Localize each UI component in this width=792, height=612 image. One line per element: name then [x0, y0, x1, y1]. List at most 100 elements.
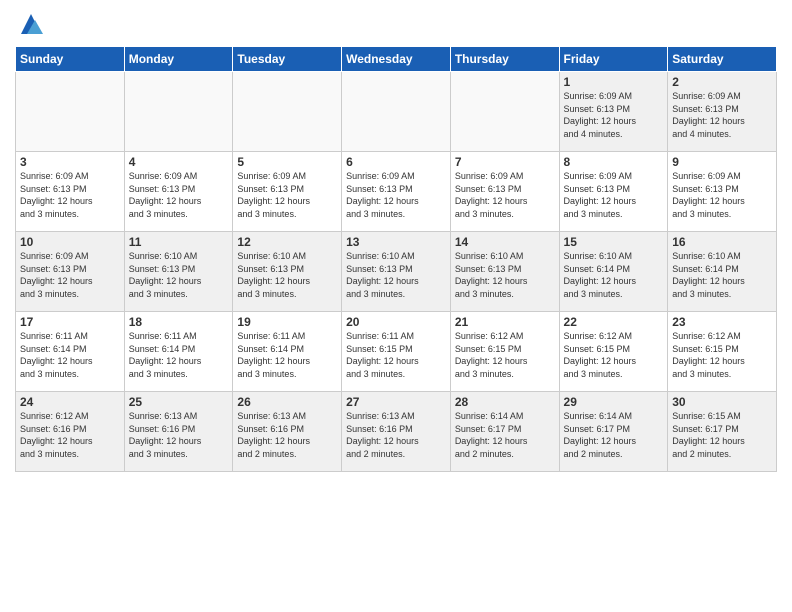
- calendar-cell: [124, 72, 233, 152]
- calendar-cell: 12Sunrise: 6:10 AM Sunset: 6:13 PM Dayli…: [233, 232, 342, 312]
- weekday-header: Tuesday: [233, 47, 342, 72]
- calendar-table: SundayMondayTuesdayWednesdayThursdayFrid…: [15, 46, 777, 472]
- calendar-cell: 29Sunrise: 6:14 AM Sunset: 6:17 PM Dayli…: [559, 392, 668, 472]
- day-number: 26: [237, 395, 337, 409]
- day-number: 12: [237, 235, 337, 249]
- calendar-cell: 3Sunrise: 6:09 AM Sunset: 6:13 PM Daylig…: [16, 152, 125, 232]
- calendar-cell: 30Sunrise: 6:15 AM Sunset: 6:17 PM Dayli…: [668, 392, 777, 472]
- calendar-cell: [450, 72, 559, 152]
- calendar-cell: 17Sunrise: 6:11 AM Sunset: 6:14 PM Dayli…: [16, 312, 125, 392]
- day-info: Sunrise: 6:09 AM Sunset: 6:13 PM Dayligh…: [564, 90, 664, 140]
- calendar-cell: 8Sunrise: 6:09 AM Sunset: 6:13 PM Daylig…: [559, 152, 668, 232]
- day-info: Sunrise: 6:12 AM Sunset: 6:15 PM Dayligh…: [564, 330, 664, 380]
- day-info: Sunrise: 6:15 AM Sunset: 6:17 PM Dayligh…: [672, 410, 772, 460]
- day-info: Sunrise: 6:13 AM Sunset: 6:16 PM Dayligh…: [237, 410, 337, 460]
- day-info: Sunrise: 6:09 AM Sunset: 6:13 PM Dayligh…: [20, 170, 120, 220]
- day-info: Sunrise: 6:12 AM Sunset: 6:15 PM Dayligh…: [455, 330, 555, 380]
- day-info: Sunrise: 6:13 AM Sunset: 6:16 PM Dayligh…: [346, 410, 446, 460]
- calendar-cell: 7Sunrise: 6:09 AM Sunset: 6:13 PM Daylig…: [450, 152, 559, 232]
- calendar-cell: 1Sunrise: 6:09 AM Sunset: 6:13 PM Daylig…: [559, 72, 668, 152]
- day-number: 13: [346, 235, 446, 249]
- weekday-header: Sunday: [16, 47, 125, 72]
- day-info: Sunrise: 6:10 AM Sunset: 6:13 PM Dayligh…: [346, 250, 446, 300]
- day-info: Sunrise: 6:09 AM Sunset: 6:13 PM Dayligh…: [672, 90, 772, 140]
- calendar-cell: 14Sunrise: 6:10 AM Sunset: 6:13 PM Dayli…: [450, 232, 559, 312]
- calendar-cell: 6Sunrise: 6:09 AM Sunset: 6:13 PM Daylig…: [342, 152, 451, 232]
- day-number: 24: [20, 395, 120, 409]
- day-number: 17: [20, 315, 120, 329]
- calendar-cell: 10Sunrise: 6:09 AM Sunset: 6:13 PM Dayli…: [16, 232, 125, 312]
- day-info: Sunrise: 6:11 AM Sunset: 6:15 PM Dayligh…: [346, 330, 446, 380]
- calendar-cell: 11Sunrise: 6:10 AM Sunset: 6:13 PM Dayli…: [124, 232, 233, 312]
- day-info: Sunrise: 6:11 AM Sunset: 6:14 PM Dayligh…: [129, 330, 229, 380]
- day-number: 28: [455, 395, 555, 409]
- day-info: Sunrise: 6:09 AM Sunset: 6:13 PM Dayligh…: [20, 250, 120, 300]
- calendar-cell: 22Sunrise: 6:12 AM Sunset: 6:15 PM Dayli…: [559, 312, 668, 392]
- day-info: Sunrise: 6:12 AM Sunset: 6:16 PM Dayligh…: [20, 410, 120, 460]
- weekday-header: Saturday: [668, 47, 777, 72]
- calendar-week-row: 10Sunrise: 6:09 AM Sunset: 6:13 PM Dayli…: [16, 232, 777, 312]
- calendar-page: SundayMondayTuesdayWednesdayThursdayFrid…: [0, 0, 792, 612]
- day-number: 22: [564, 315, 664, 329]
- day-number: 18: [129, 315, 229, 329]
- calendar-week-row: 24Sunrise: 6:12 AM Sunset: 6:16 PM Dayli…: [16, 392, 777, 472]
- day-number: 25: [129, 395, 229, 409]
- day-info: Sunrise: 6:12 AM Sunset: 6:15 PM Dayligh…: [672, 330, 772, 380]
- day-number: 14: [455, 235, 555, 249]
- day-number: 11: [129, 235, 229, 249]
- day-number: 3: [20, 155, 120, 169]
- day-info: Sunrise: 6:09 AM Sunset: 6:13 PM Dayligh…: [564, 170, 664, 220]
- weekday-header: Monday: [124, 47, 233, 72]
- day-number: 4: [129, 155, 229, 169]
- calendar-week-row: 1Sunrise: 6:09 AM Sunset: 6:13 PM Daylig…: [16, 72, 777, 152]
- day-info: Sunrise: 6:10 AM Sunset: 6:13 PM Dayligh…: [237, 250, 337, 300]
- calendar-cell: 23Sunrise: 6:12 AM Sunset: 6:15 PM Dayli…: [668, 312, 777, 392]
- day-number: 20: [346, 315, 446, 329]
- day-number: 6: [346, 155, 446, 169]
- day-number: 23: [672, 315, 772, 329]
- calendar-cell: 19Sunrise: 6:11 AM Sunset: 6:14 PM Dayli…: [233, 312, 342, 392]
- calendar-cell: 18Sunrise: 6:11 AM Sunset: 6:14 PM Dayli…: [124, 312, 233, 392]
- calendar-cell: [16, 72, 125, 152]
- calendar-cell: 20Sunrise: 6:11 AM Sunset: 6:15 PM Dayli…: [342, 312, 451, 392]
- day-number: 29: [564, 395, 664, 409]
- calendar-cell: 27Sunrise: 6:13 AM Sunset: 6:16 PM Dayli…: [342, 392, 451, 472]
- calendar-cell: [342, 72, 451, 152]
- day-info: Sunrise: 6:11 AM Sunset: 6:14 PM Dayligh…: [237, 330, 337, 380]
- day-info: Sunrise: 6:11 AM Sunset: 6:14 PM Dayligh…: [20, 330, 120, 380]
- logo-icon: [17, 10, 45, 38]
- day-number: 30: [672, 395, 772, 409]
- weekday-header-row: SundayMondayTuesdayWednesdayThursdayFrid…: [16, 47, 777, 72]
- day-number: 7: [455, 155, 555, 169]
- day-info: Sunrise: 6:10 AM Sunset: 6:13 PM Dayligh…: [455, 250, 555, 300]
- day-info: Sunrise: 6:14 AM Sunset: 6:17 PM Dayligh…: [564, 410, 664, 460]
- calendar-cell: 28Sunrise: 6:14 AM Sunset: 6:17 PM Dayli…: [450, 392, 559, 472]
- calendar-cell: [233, 72, 342, 152]
- calendar-cell: 9Sunrise: 6:09 AM Sunset: 6:13 PM Daylig…: [668, 152, 777, 232]
- calendar-week-row: 17Sunrise: 6:11 AM Sunset: 6:14 PM Dayli…: [16, 312, 777, 392]
- calendar-cell: 15Sunrise: 6:10 AM Sunset: 6:14 PM Dayli…: [559, 232, 668, 312]
- day-number: 5: [237, 155, 337, 169]
- calendar-cell: 24Sunrise: 6:12 AM Sunset: 6:16 PM Dayli…: [16, 392, 125, 472]
- calendar-week-row: 3Sunrise: 6:09 AM Sunset: 6:13 PM Daylig…: [16, 152, 777, 232]
- day-info: Sunrise: 6:10 AM Sunset: 6:14 PM Dayligh…: [564, 250, 664, 300]
- day-info: Sunrise: 6:09 AM Sunset: 6:13 PM Dayligh…: [237, 170, 337, 220]
- day-number: 27: [346, 395, 446, 409]
- calendar-cell: 25Sunrise: 6:13 AM Sunset: 6:16 PM Dayli…: [124, 392, 233, 472]
- weekday-header: Wednesday: [342, 47, 451, 72]
- day-info: Sunrise: 6:09 AM Sunset: 6:13 PM Dayligh…: [129, 170, 229, 220]
- header: [15, 10, 777, 38]
- day-number: 21: [455, 315, 555, 329]
- day-info: Sunrise: 6:09 AM Sunset: 6:13 PM Dayligh…: [346, 170, 446, 220]
- weekday-header: Thursday: [450, 47, 559, 72]
- day-info: Sunrise: 6:10 AM Sunset: 6:14 PM Dayligh…: [672, 250, 772, 300]
- calendar-cell: 4Sunrise: 6:09 AM Sunset: 6:13 PM Daylig…: [124, 152, 233, 232]
- day-info: Sunrise: 6:14 AM Sunset: 6:17 PM Dayligh…: [455, 410, 555, 460]
- day-number: 15: [564, 235, 664, 249]
- day-number: 9: [672, 155, 772, 169]
- day-info: Sunrise: 6:09 AM Sunset: 6:13 PM Dayligh…: [672, 170, 772, 220]
- logo: [15, 10, 45, 38]
- day-number: 16: [672, 235, 772, 249]
- day-info: Sunrise: 6:13 AM Sunset: 6:16 PM Dayligh…: [129, 410, 229, 460]
- calendar-cell: 5Sunrise: 6:09 AM Sunset: 6:13 PM Daylig…: [233, 152, 342, 232]
